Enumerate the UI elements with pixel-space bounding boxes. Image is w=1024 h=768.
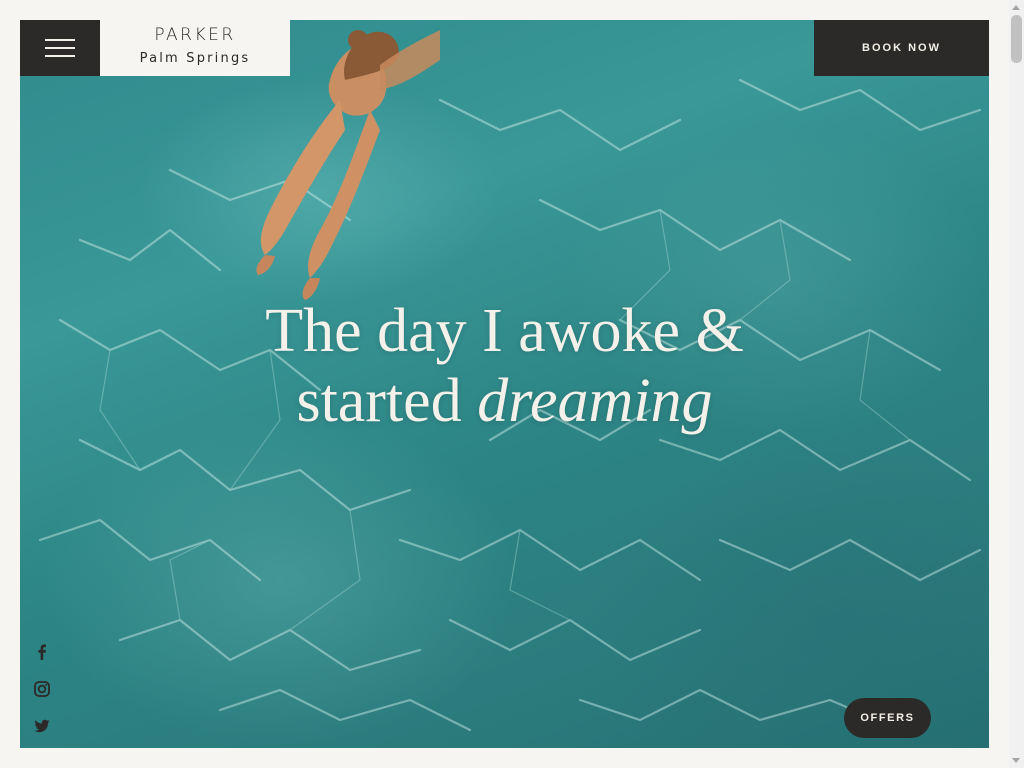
twitter-icon[interactable] — [32, 716, 52, 736]
hamburger-icon — [45, 39, 75, 57]
book-now-button[interactable]: BOOK NOW — [814, 20, 989, 76]
headline-plain: started — [296, 367, 462, 435]
offers-button[interactable]: OFFERS — [844, 698, 931, 738]
logo-title: PARKER — [154, 25, 236, 45]
scroll-down-icon[interactable] — [1012, 758, 1020, 763]
facebook-icon[interactable] — [32, 642, 52, 662]
headline-italic: dreaming — [477, 367, 713, 435]
headline-line1: The day I awoke & — [265, 297, 744, 365]
scrollbar-thumb[interactable] — [1011, 15, 1022, 63]
hero-headline: The day I awoke & started dreaming — [200, 296, 809, 436]
instagram-icon[interactable] — [32, 679, 52, 699]
logo[interactable]: PARKER Palm Springs — [100, 20, 290, 76]
menu-button[interactable] — [20, 20, 100, 76]
headline-line2: started dreaming — [200, 366, 809, 436]
scroll-up-icon[interactable] — [1012, 5, 1020, 10]
scrollbar[interactable] — [1009, 0, 1024, 768]
logo-subtitle: Palm Springs — [139, 51, 251, 66]
